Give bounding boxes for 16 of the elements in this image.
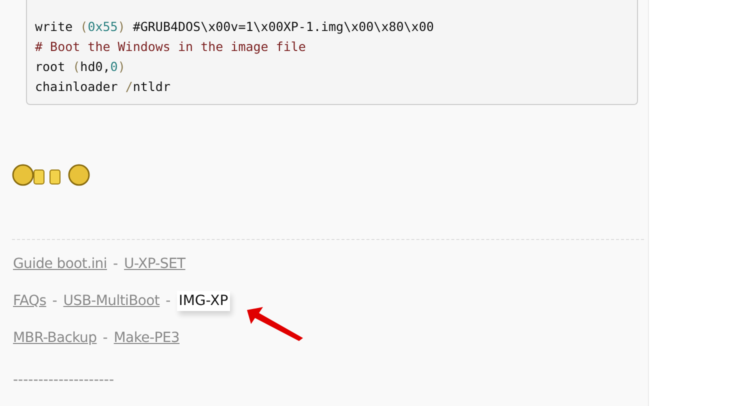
- code-line: # Boot the Windows in the image file: [35, 38, 306, 56]
- separator: -: [52, 292, 58, 310]
- nav-link[interactable]: Make-PE3: [114, 328, 180, 348]
- code-line: chainloader /ntldr: [35, 78, 170, 96]
- code-line: root (hd0,0): [35, 58, 126, 76]
- code-line: write (0x55) #GRUB4DOS\x00v=1\x00XP-1.img\x00\x80\x00: [35, 18, 434, 36]
- separator: -: [112, 254, 118, 274]
- nav-link[interactable]: USB-MultiBoot: [63, 290, 160, 310]
- dash-rule-text: --------------------: [13, 371, 114, 390]
- nav-link[interactable]: Guide boot.ini: [13, 254, 107, 274]
- nav-link[interactable]: U-XP-SET: [124, 254, 186, 274]
- current-page-label: IMG-XP: [176, 290, 230, 310]
- nav-link[interactable]: FAQs: [13, 290, 46, 310]
- separator: -: [166, 292, 171, 310]
- nav-link[interactable]: MBR-Backup: [13, 328, 97, 348]
- separator: -: [102, 328, 108, 348]
